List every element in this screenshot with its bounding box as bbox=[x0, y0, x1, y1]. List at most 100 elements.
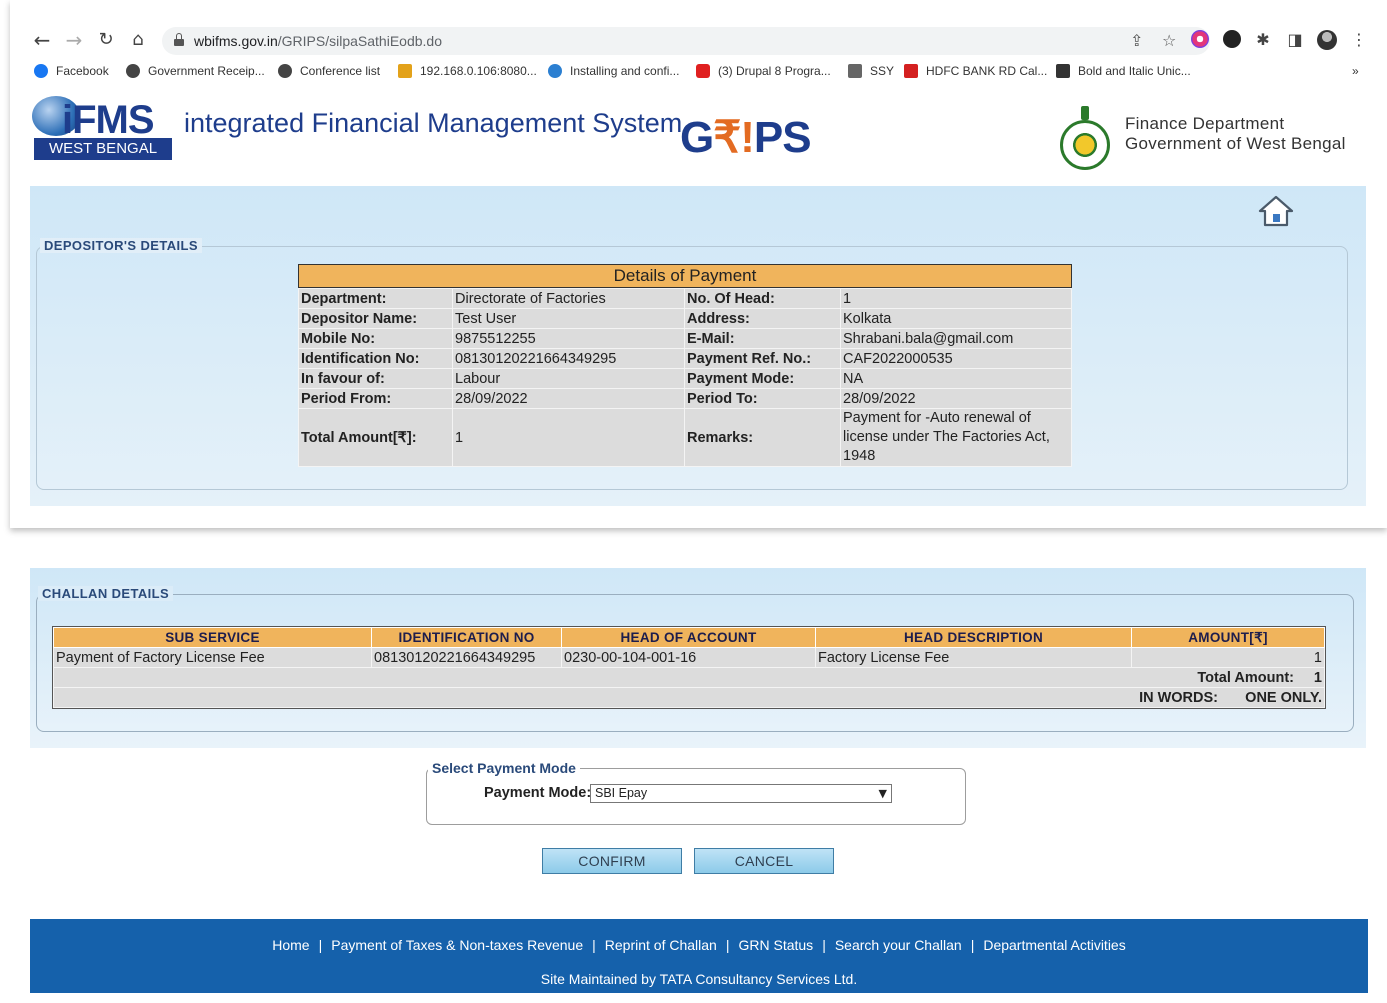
menu-icon[interactable]: ⋮ bbox=[1347, 28, 1371, 52]
bookmark-label: SSY bbox=[870, 64, 895, 78]
table-row: In favour of: Labour Payment Mode: NA bbox=[298, 368, 1072, 389]
bookmark-ssy[interactable]: SSY bbox=[848, 64, 894, 78]
table-header-row: SUB SERVICE IDENTIFICATION NO HEAD OF AC… bbox=[53, 627, 1325, 648]
field-label: Period To: bbox=[684, 388, 841, 409]
payment-mode-label: Payment Mode: bbox=[484, 785, 592, 801]
home-browser-icon[interactable]: ⌂ bbox=[126, 28, 150, 52]
table-row: Identification No: 08130120221664349295 … bbox=[298, 348, 1072, 369]
browser-toolbar: ← → ↻ ⌂ wbifms.gov.in/GRIPS/silpaSathiEo… bbox=[10, 24, 1387, 58]
footer-link-search-challan[interactable]: Search your Challan bbox=[835, 937, 962, 953]
table-cell: Payment of Factory License Fee bbox=[53, 647, 372, 668]
forward-icon[interactable]: → bbox=[62, 28, 86, 52]
footer-link-departmental[interactable]: Departmental Activities bbox=[983, 937, 1125, 953]
table-cell: 1 bbox=[1131, 647, 1325, 668]
column-header: IDENTIFICATION NO bbox=[371, 627, 562, 648]
extension-icon-1[interactable] bbox=[1191, 30, 1209, 48]
bookmark-installing[interactable]: Installing and confi... bbox=[548, 64, 679, 78]
words-cell: IN WORDS: ONE ONLY. bbox=[53, 687, 1325, 708]
total-value: 1 bbox=[1313, 669, 1322, 686]
total-cell: Total Amount: 1 bbox=[53, 667, 1325, 688]
footer-separator: | bbox=[822, 937, 826, 953]
drupal-icon bbox=[548, 64, 562, 78]
star-icon[interactable]: ☆ bbox=[1162, 31, 1176, 50]
ifms-logo[interactable]: iFMS WEST BENGAL bbox=[32, 92, 172, 160]
globe-icon bbox=[278, 64, 292, 78]
column-header: AMOUNT[₹] bbox=[1131, 627, 1325, 648]
logo-text: iFMS bbox=[62, 98, 155, 142]
footer-separator: | bbox=[592, 937, 596, 953]
et-icon bbox=[904, 64, 918, 78]
field-label: Depositor Name: bbox=[298, 308, 453, 329]
footer-links: Home | Payment of Taxes & Non-taxes Revenu… bbox=[30, 937, 1368, 953]
profile-avatar[interactable] bbox=[1317, 30, 1337, 50]
url-path: /GRIPS/silpaSathiEodb.do bbox=[277, 33, 442, 49]
home-icon[interactable] bbox=[1258, 194, 1294, 228]
bookmark-label: HDFC BANK RD Cal... bbox=[926, 64, 1048, 78]
lock-icon[interactable] bbox=[174, 33, 184, 47]
field-value: Kolkata bbox=[840, 308, 1072, 329]
bookmark-facebook[interactable]: Facebook bbox=[34, 64, 109, 78]
share-icon[interactable]: ⇪ bbox=[1130, 31, 1143, 50]
bookmark-conference-list[interactable]: Conference list bbox=[278, 64, 380, 78]
field-label: Period From: bbox=[298, 388, 453, 409]
more-bookmarks-button[interactable]: » bbox=[1352, 64, 1359, 78]
words-label: IN WORDS: bbox=[1139, 689, 1218, 706]
url-text[interactable]: wbifms.gov.in/GRIPS/silpaSathiEodb.do bbox=[194, 33, 442, 49]
grips-rupee: ₹! bbox=[713, 113, 755, 162]
table-row: Depositor Name: Test User Address: Kolka… bbox=[298, 308, 1072, 329]
footer-link-home[interactable]: Home bbox=[272, 937, 309, 953]
payment-mode-select[interactable]: SBI Epay ▼ bbox=[590, 784, 892, 803]
field-value: Directorate of Factories bbox=[452, 288, 685, 309]
challan-section: CHALLAN DETAILS SUB SERVICE IDENTIFICATI… bbox=[30, 568, 1366, 748]
payment-mode-legend: Select Payment Mode bbox=[428, 760, 580, 776]
bookmark-label: 192.168.0.106:8080... bbox=[420, 64, 537, 78]
logo-band: WEST BENGAL bbox=[34, 138, 172, 160]
bookmark-label: (3) Drupal 8 Progra... bbox=[718, 64, 831, 78]
words-row: IN WORDS: ONE ONLY. bbox=[53, 687, 1325, 708]
field-value: NA bbox=[840, 368, 1072, 389]
payment-details-table: Department: Directorate of Factories No.… bbox=[298, 288, 1072, 467]
sidepanel-icon[interactable]: ◨ bbox=[1283, 28, 1307, 52]
field-value: Shrabani.bala@gmail.com bbox=[840, 328, 1072, 349]
bookmark-drupal-youtube[interactable]: (3) Drupal 8 Progra... bbox=[696, 64, 831, 78]
bookmark-government-receipt[interactable]: Government Receip... bbox=[126, 64, 265, 78]
column-header: HEAD OF ACCOUNT bbox=[561, 627, 816, 648]
field-label: Address: bbox=[684, 308, 841, 329]
bookmarks-bar: Facebook Government Receip... Conference… bbox=[10, 60, 1387, 84]
bookmark-hdfc[interactable]: HDFC BANK RD Cal... bbox=[904, 64, 1047, 78]
bookmark-label: Bold and Italic Unic... bbox=[1078, 64, 1191, 78]
total-label: Total Amount: bbox=[1197, 669, 1294, 686]
table-row: Mobile No: 9875512255 E-Mail: Shrabani.b… bbox=[298, 328, 1072, 349]
state-seal-icon bbox=[1060, 106, 1110, 172]
footer-separator: | bbox=[318, 937, 323, 953]
field-value: 1 bbox=[840, 288, 1072, 309]
confirm-button[interactable]: CONFIRM bbox=[542, 848, 682, 874]
facebook-icon bbox=[34, 64, 48, 78]
payment-details-title: Details of Payment bbox=[298, 264, 1072, 288]
bookmark-bold-italic[interactable]: Bold and Italic Unic... bbox=[1056, 64, 1191, 78]
words-value: ONE ONLY. bbox=[1245, 689, 1322, 706]
reload-icon[interactable]: ↻ bbox=[94, 28, 118, 52]
puzzle-icon[interactable]: ✱ bbox=[1251, 28, 1275, 52]
text-icon bbox=[1056, 64, 1070, 78]
back-icon[interactable]: ← bbox=[30, 28, 54, 52]
grips-letter: G bbox=[680, 113, 714, 162]
extension-icon-2[interactable] bbox=[1223, 30, 1241, 48]
column-header: SUB SERVICE bbox=[53, 627, 372, 648]
footer-link-payment[interactable]: Payment of Taxes & Non-taxes Revenue bbox=[331, 937, 583, 953]
field-label: Payment Ref. No.: bbox=[684, 348, 841, 369]
field-label: Total Amount[₹]: bbox=[298, 408, 453, 467]
field-value: Labour bbox=[452, 368, 685, 389]
bookmark-local-server[interactable]: 192.168.0.106:8080... bbox=[398, 64, 537, 78]
address-bar[interactable]: wbifms.gov.in/GRIPS/silpaSathiEodb.do ⇪ … bbox=[162, 27, 1210, 55]
table-row: Total Amount[₹]: 1 Remarks: Payment for … bbox=[298, 408, 1072, 467]
field-label: Remarks: bbox=[684, 408, 841, 467]
footer-link-reprint[interactable]: Reprint of Challan bbox=[605, 937, 717, 953]
cancel-button[interactable]: CANCEL bbox=[694, 848, 834, 874]
dept-line-2: Government of West Bengal bbox=[1125, 134, 1346, 153]
field-value: Test User bbox=[452, 308, 685, 329]
site-title: integrated Financial Management System bbox=[184, 108, 683, 138]
footer-link-grn-status[interactable]: GRN Status bbox=[738, 937, 813, 953]
screenshot-bottom: CHALLAN DETAILS SUB SERVICE IDENTIFICATI… bbox=[10, 548, 1387, 1003]
field-value: 28/09/2022 bbox=[840, 388, 1072, 409]
